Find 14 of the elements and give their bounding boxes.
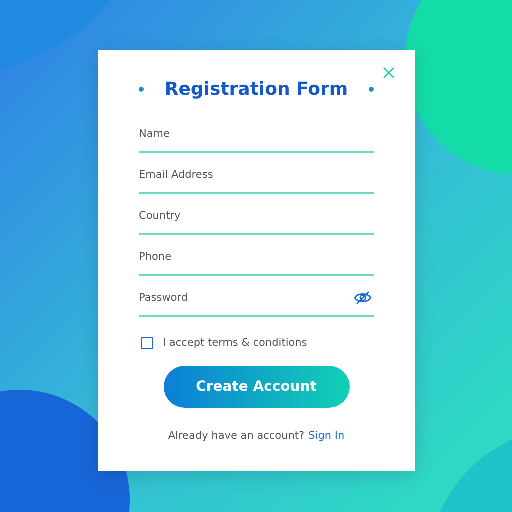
input-field[interactable]: Name — [139, 116, 374, 153]
create-account-button[interactable]: Create Account — [164, 366, 350, 408]
input-field[interactable]: Phone — [139, 239, 374, 276]
terms-label: I accept terms & conditions — [163, 337, 308, 349]
input-field[interactable]: Email Address — [139, 157, 374, 194]
form-title: Registration Form — [164, 78, 348, 100]
checkbox[interactable] — [141, 337, 153, 349]
dot-icon — [139, 86, 144, 92]
input-field[interactable]: Country — [139, 198, 374, 235]
input-field[interactable]: Password — [139, 280, 374, 317]
eye-slash-icon[interactable] — [354, 291, 372, 305]
sign-in-link[interactable]: Sign In — [308, 430, 345, 442]
sign-in-prompt: Already have an account? — [168, 430, 305, 442]
dot-icon — [368, 86, 374, 92]
